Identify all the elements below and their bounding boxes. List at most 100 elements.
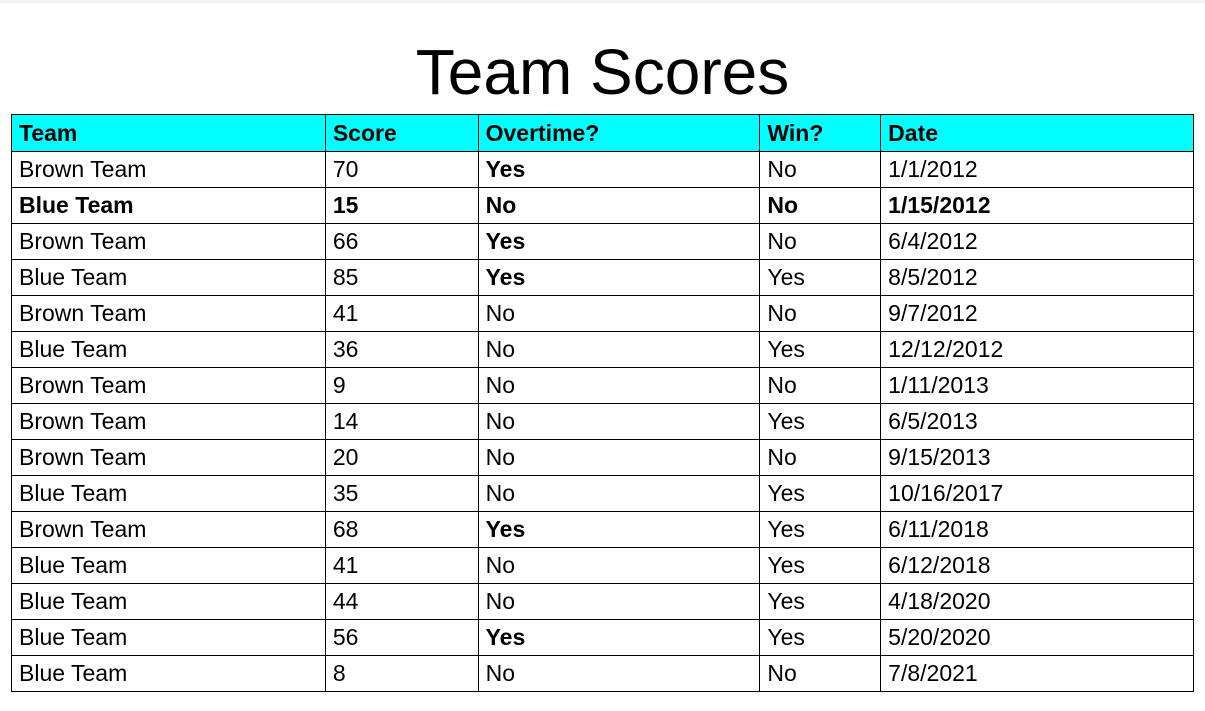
cell-win: Yes: [759, 547, 882, 584]
cell-overtime: No: [477, 547, 761, 584]
cell-win: No: [759, 187, 882, 224]
cell-date: 8/5/2012: [880, 259, 1194, 296]
cell-overtime: Yes: [477, 259, 761, 296]
cell-team: Blue Team: [11, 619, 326, 656]
scores-table: Team Score Overtime? Win? Date Brown Tea…: [11, 114, 1194, 692]
cell-score: 36: [324, 331, 479, 368]
table-row: Brown Team 70 Yes No 1/1/2012: [11, 151, 1194, 188]
table-row: Blue Team 85 Yes Yes 8/5/2012: [11, 259, 1194, 296]
cell-score: 41: [324, 295, 479, 332]
cell-overtime: Yes: [477, 619, 761, 656]
cell-score: 56: [324, 619, 479, 656]
cell-overtime: No: [477, 187, 761, 224]
table-row: Blue Team 15 No No 1/15/2012: [11, 187, 1194, 224]
cell-team: Blue Team: [11, 187, 326, 224]
cell-win: Yes: [759, 475, 882, 512]
column-header-overtime: Overtime?: [477, 114, 761, 152]
cell-date: 9/7/2012: [880, 295, 1194, 332]
cell-date: 1/11/2013: [880, 367, 1194, 404]
cell-overtime: No: [477, 439, 761, 476]
cell-team: Brown Team: [11, 511, 326, 548]
cell-score: 44: [324, 583, 479, 620]
table-row: Brown Team 68 Yes Yes 6/11/2018: [11, 511, 1194, 548]
table-row: Brown Team 9 No No 1/11/2013: [11, 367, 1194, 404]
column-header-win: Win?: [759, 114, 882, 152]
cell-score: 9: [324, 367, 479, 404]
column-header-team: Team: [11, 114, 326, 152]
cell-team: Blue Team: [11, 331, 326, 368]
cell-date: 12/12/2012: [880, 331, 1194, 368]
cell-overtime: No: [477, 295, 761, 332]
cell-score: 35: [324, 475, 479, 512]
cell-team: Blue Team: [11, 547, 326, 584]
column-header-date: Date: [880, 114, 1194, 152]
cell-team: Brown Team: [11, 295, 326, 332]
cell-overtime: Yes: [477, 151, 761, 188]
cell-score: 66: [324, 223, 479, 260]
cell-date: 1/1/2012: [880, 151, 1194, 188]
cell-team: Blue Team: [11, 259, 326, 296]
table-row: Brown Team 41 No No 9/7/2012: [11, 295, 1194, 332]
cell-date: 4/18/2020: [880, 583, 1194, 620]
table-row: Brown Team 14 No Yes 6/5/2013: [11, 403, 1194, 440]
cell-overtime: No: [477, 475, 761, 512]
cell-win: Yes: [759, 259, 882, 296]
cell-win: Yes: [759, 511, 882, 548]
cell-date: 9/15/2013: [880, 439, 1194, 476]
cell-win: No: [759, 655, 882, 692]
cell-overtime: No: [477, 403, 761, 440]
cell-score: 8: [324, 655, 479, 692]
cell-overtime: Yes: [477, 223, 761, 260]
cell-overtime: No: [477, 331, 761, 368]
cell-win: No: [759, 151, 882, 188]
cell-win: Yes: [759, 583, 882, 620]
cell-score: 70: [324, 151, 479, 188]
cell-score: 85: [324, 259, 479, 296]
cell-win: Yes: [759, 403, 882, 440]
table-row: Brown Team 66 Yes No 6/4/2012: [11, 223, 1194, 260]
cell-win: Yes: [759, 331, 882, 368]
cell-team: Blue Team: [11, 475, 326, 512]
cell-team: Brown Team: [11, 151, 326, 188]
cell-overtime: No: [477, 367, 761, 404]
cell-win: No: [759, 439, 882, 476]
cell-win: No: [759, 367, 882, 404]
cell-score: 20: [324, 439, 479, 476]
table-row: Blue Team 36 No Yes 12/12/2012: [11, 331, 1194, 368]
table-row: Blue Team 56 Yes Yes 5/20/2020: [11, 619, 1194, 656]
cell-team: Brown Team: [11, 223, 326, 260]
cell-score: 41: [324, 547, 479, 584]
cell-date: 6/4/2012: [880, 223, 1194, 260]
cell-score: 14: [324, 403, 479, 440]
table-row: Blue Team 41 No Yes 6/12/2018: [11, 547, 1194, 584]
page-title: Team Scores: [415, 36, 790, 108]
cell-date: 6/12/2018: [880, 547, 1194, 584]
cell-team: Brown Team: [11, 403, 326, 440]
cell-win: No: [759, 295, 882, 332]
cell-score: 68: [324, 511, 479, 548]
cell-overtime: Yes: [477, 511, 761, 548]
table-body: Brown Team 70 Yes No 1/1/2012 Blue Team 15 No No…: [11, 151, 1194, 692]
cell-win: No: [759, 223, 882, 260]
cell-win: Yes: [759, 619, 882, 656]
cell-team: Blue Team: [11, 655, 326, 692]
cell-score: 15: [324, 187, 479, 224]
column-header-score: Score: [324, 114, 479, 152]
table-row: Blue Team 44 No Yes 4/18/2020: [11, 583, 1194, 620]
cell-date: 1/15/2012: [880, 187, 1194, 224]
table-row: Blue Team 8 No No 7/8/2021: [11, 655, 1194, 692]
cell-overtime: No: [477, 583, 761, 620]
cell-date: 6/5/2013: [880, 403, 1194, 440]
table-header-row: Team Score Overtime? Win? Date: [11, 114, 1194, 152]
cell-team: Brown Team: [11, 367, 326, 404]
top-divider: [0, 0, 1205, 3]
cell-date: 10/16/2017: [880, 475, 1194, 512]
cell-team: Brown Team: [11, 439, 326, 476]
cell-overtime: No: [477, 655, 761, 692]
cell-date: 6/11/2018: [880, 511, 1194, 548]
table-row: Blue Team 35 No Yes 10/16/2017: [11, 475, 1194, 512]
cell-date: 7/8/2021: [880, 655, 1194, 692]
cell-date: 5/20/2020: [880, 619, 1194, 656]
cell-team: Blue Team: [11, 583, 326, 620]
table-row: Brown Team 20 No No 9/15/2013: [11, 439, 1194, 476]
